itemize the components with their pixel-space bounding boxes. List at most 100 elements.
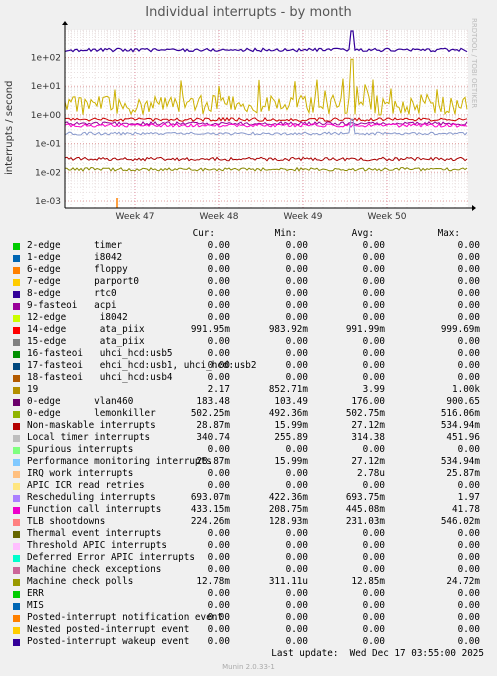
legend-header: Cur: Min: Avg: Max: <box>0 228 497 240</box>
legend-value-max: 534.94m <box>440 456 480 467</box>
legend-value-avg: 991.99m <box>345 324 385 335</box>
legend-value-min: 0.00 <box>285 252 308 263</box>
legend-row: Non-maskable interrupts 28.87m 15.99m 27.12… <box>0 420 497 432</box>
x-axis-arrow <box>472 205 476 211</box>
legend-swatch <box>13 315 20 322</box>
legend-label: 7-edge parport0 <box>27 276 139 287</box>
legend-value-avg: 231.03m <box>345 516 385 527</box>
legend-value-max: 0.00 <box>457 240 480 251</box>
legend-value-max: 999.69m <box>440 324 480 335</box>
legend-value-cur: 0.00 <box>207 624 230 635</box>
legend-value-cur: 28.87m <box>196 456 230 467</box>
legend-label: ERR <box>27 588 44 599</box>
legend-row: Function call interrupts 433.15m 208.75m 44… <box>0 504 497 516</box>
legend-value-avg: 176.00 <box>351 396 385 407</box>
legend-row: 1-edge i8042 0.00 0.00 0.00 0.00 <box>0 252 497 264</box>
legend-value-max: 0.00 <box>457 636 480 647</box>
x-tick-label: Week 48 <box>200 212 239 222</box>
legend-value-max: 24.72m <box>446 576 480 587</box>
legend-value-min: 0.00 <box>285 624 308 635</box>
legend-value-max: 546.02m <box>440 516 480 527</box>
legend-swatch <box>13 519 20 526</box>
legend-label: 14-edge ata_piix <box>27 324 145 335</box>
legend-swatch <box>13 495 20 502</box>
legend-label: 12-edge i8042 <box>27 312 128 323</box>
legend-value-avg: 0.00 <box>362 636 385 647</box>
legend-value-min: 0.00 <box>285 588 308 599</box>
legend-value-max: 0.00 <box>457 564 480 575</box>
legend-column-header: Max: <box>437 228 460 239</box>
legend-value-avg: 0.00 <box>362 240 385 251</box>
legend-row: 15-edge ata_piix 0.00 0.00 0.00 0.00 <box>0 336 497 348</box>
legend-value-cur: 0.00 <box>207 636 230 647</box>
legend-value-min: 0.00 <box>285 276 308 287</box>
legend-label: Rescheduling interrupts <box>27 492 156 503</box>
legend-label: MIS <box>27 600 44 611</box>
legend-value-min: 983.92m <box>268 324 308 335</box>
legend-value-avg: 693.75m <box>345 492 385 503</box>
legend-row: 17-fasteoi ehci_hcd:usb1, uhci_hcd:usb2 0… <box>0 360 497 372</box>
y-tick-label: 1e+01 <box>31 82 61 92</box>
legend-swatch <box>13 387 20 394</box>
plot-area: 1e-03 1e-02 1e-01 1e+00 1e+01 1e+02 Week 47 Wee… <box>31 21 476 222</box>
legend-value-min: 422.36m <box>268 492 308 503</box>
legend-value-avg: 27.12m <box>351 420 385 431</box>
legend-value-min: 0.00 <box>285 636 308 647</box>
y-tick-label: 1e-03 <box>35 197 61 207</box>
legend-row: Thermal event interrupts 0.00 0.00 0.00 0.00 <box>0 528 497 540</box>
legend-swatch <box>13 579 20 586</box>
legend-column-header: Min: <box>274 228 297 239</box>
legend-swatch <box>13 459 20 466</box>
legend-value-cur: 991.95m <box>190 324 230 335</box>
legend-label: 6-edge floppy <box>27 264 128 275</box>
legend-label: Local timer interrupts <box>27 432 151 443</box>
legend-swatch <box>13 255 20 262</box>
munin-version: Munin 2.0.33-1 <box>222 663 275 671</box>
legend-row: Threshold APIC interrupts 0.00 0.00 0.00 0.0… <box>0 540 497 552</box>
legend-value-max: 1.00k <box>452 384 480 395</box>
legend-label: APIC ICR read retries <box>27 480 145 491</box>
legend-value-avg: 0.00 <box>362 252 385 263</box>
legend-value-min: 852.71m <box>268 384 308 395</box>
legend-value-avg: 0.00 <box>362 528 385 539</box>
legend-swatch <box>13 399 20 406</box>
legend-value-min: 0.00 <box>285 372 308 383</box>
legend-swatch <box>13 627 20 634</box>
legend-value-cur: 693.07m <box>190 492 230 503</box>
legend-value-min: 0.00 <box>285 360 308 371</box>
legend-value-max: 0.00 <box>457 540 480 551</box>
legend-label: 1-edge i8042 <box>27 252 123 263</box>
legend-value-min: 0.00 <box>285 468 308 479</box>
legend-value-avg: 0.00 <box>362 564 385 575</box>
legend-row: Machine check exceptions 0.00 0.00 0.00 0.00 <box>0 564 497 576</box>
legend-value-max: 1.97 <box>457 492 480 503</box>
legend-value-avg: 0.00 <box>362 588 385 599</box>
legend-row: Posted-interrupt notification event 0.00 0… <box>0 612 497 624</box>
legend-value-cur: 0.00 <box>207 480 230 491</box>
x-tick-label: Week 47 <box>116 212 155 222</box>
legend-value-avg: 0.00 <box>362 372 385 383</box>
legend-value-min: 128.93m <box>268 516 308 527</box>
legend-value-max: 0.00 <box>457 300 480 311</box>
legend-row: Posted-interrupt wakeup event 0.00 0.00 0.0… <box>0 636 497 648</box>
legend-label: Thermal event interrupts <box>27 528 162 539</box>
legend-row: 12-edge i8042 0.00 0.00 0.00 0.00 <box>0 312 497 324</box>
legend-row: 16-fasteoi uhci_hcd:usb5 0.00 0.00 0.00 0.00 <box>0 348 497 360</box>
legend-value-max: 25.87m <box>446 468 480 479</box>
legend-swatch <box>13 267 20 274</box>
legend-value-cur: 0.00 <box>207 348 230 359</box>
legend-value-min: 0.00 <box>285 552 308 563</box>
legend-value-max: 0.00 <box>457 612 480 623</box>
legend-label: 8-edge rtc0 <box>27 288 117 299</box>
legend-row: APIC ICR read retries 0.00 0.00 0.00 0.00 <box>0 480 497 492</box>
legend-swatch <box>13 483 20 490</box>
legend-value-max: 0.00 <box>457 312 480 323</box>
legend-value-max: 900.65 <box>446 396 480 407</box>
legend-value-avg: 0.00 <box>362 276 385 287</box>
legend-value-max: 41.78 <box>452 504 480 515</box>
y-tick-label: 1e-02 <box>35 168 61 178</box>
legend-swatch <box>13 567 20 574</box>
legend-value-min: 0.00 <box>285 612 308 623</box>
legend-value-avg: 0.00 <box>362 600 385 611</box>
legend-value-cur: 0.00 <box>207 588 230 599</box>
